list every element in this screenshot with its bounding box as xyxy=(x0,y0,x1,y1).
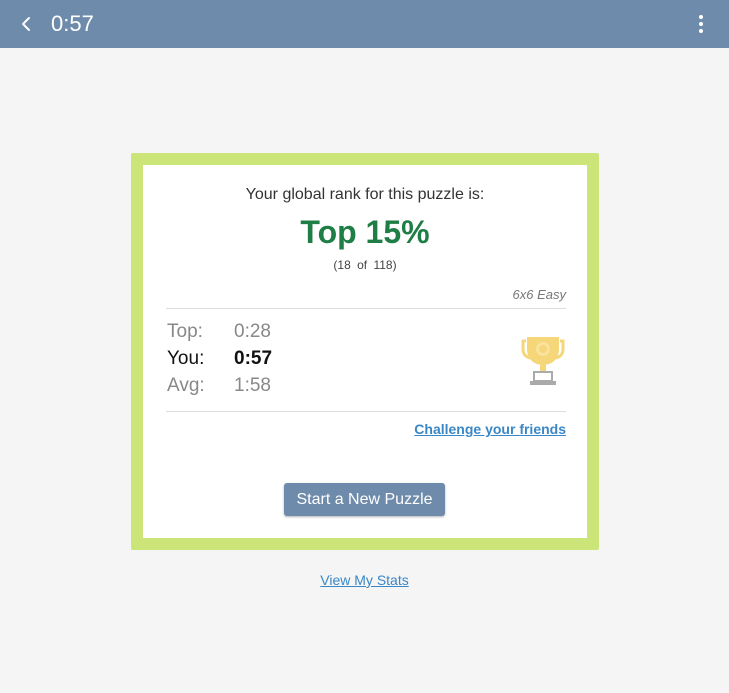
more-vertical-icon xyxy=(699,15,703,33)
stats-label: You: xyxy=(167,348,205,369)
stats-label: Avg: xyxy=(167,375,205,396)
back-button[interactable] xyxy=(14,12,38,36)
timer-title: 0:57 xyxy=(51,11,94,36)
chevron-left-icon xyxy=(22,17,30,31)
result-card-body: Your global rank for this puzzle is: Top… xyxy=(143,165,587,538)
top-app-bar: 0:57 xyxy=(0,0,729,48)
stats-label: Top: xyxy=(167,321,203,342)
divider xyxy=(166,308,566,309)
start-new-puzzle-button[interactable]: Start a New Puzzle xyxy=(284,483,445,516)
stats-value: 0:28 xyxy=(234,321,271,342)
puzzle-difficulty: 6x6 Easy xyxy=(512,287,566,302)
rank-value: Top 15% xyxy=(300,214,430,250)
rank-caption: Your global rank for this puzzle is: xyxy=(245,186,485,203)
rank-count: (18 of 118) xyxy=(333,258,397,272)
result-card: Your global rank for this puzzle is: Top… xyxy=(131,153,599,550)
challenge-friends-link[interactable]: Challenge your friends xyxy=(414,421,566,437)
stats-value: 1:58 xyxy=(234,375,271,396)
overflow-menu-button[interactable] xyxy=(689,12,713,36)
trophy-icon xyxy=(521,337,565,385)
view-my-stats-link[interactable]: View My Stats xyxy=(0,572,729,588)
divider xyxy=(166,411,566,412)
stats-value: 0:57 xyxy=(234,348,273,369)
